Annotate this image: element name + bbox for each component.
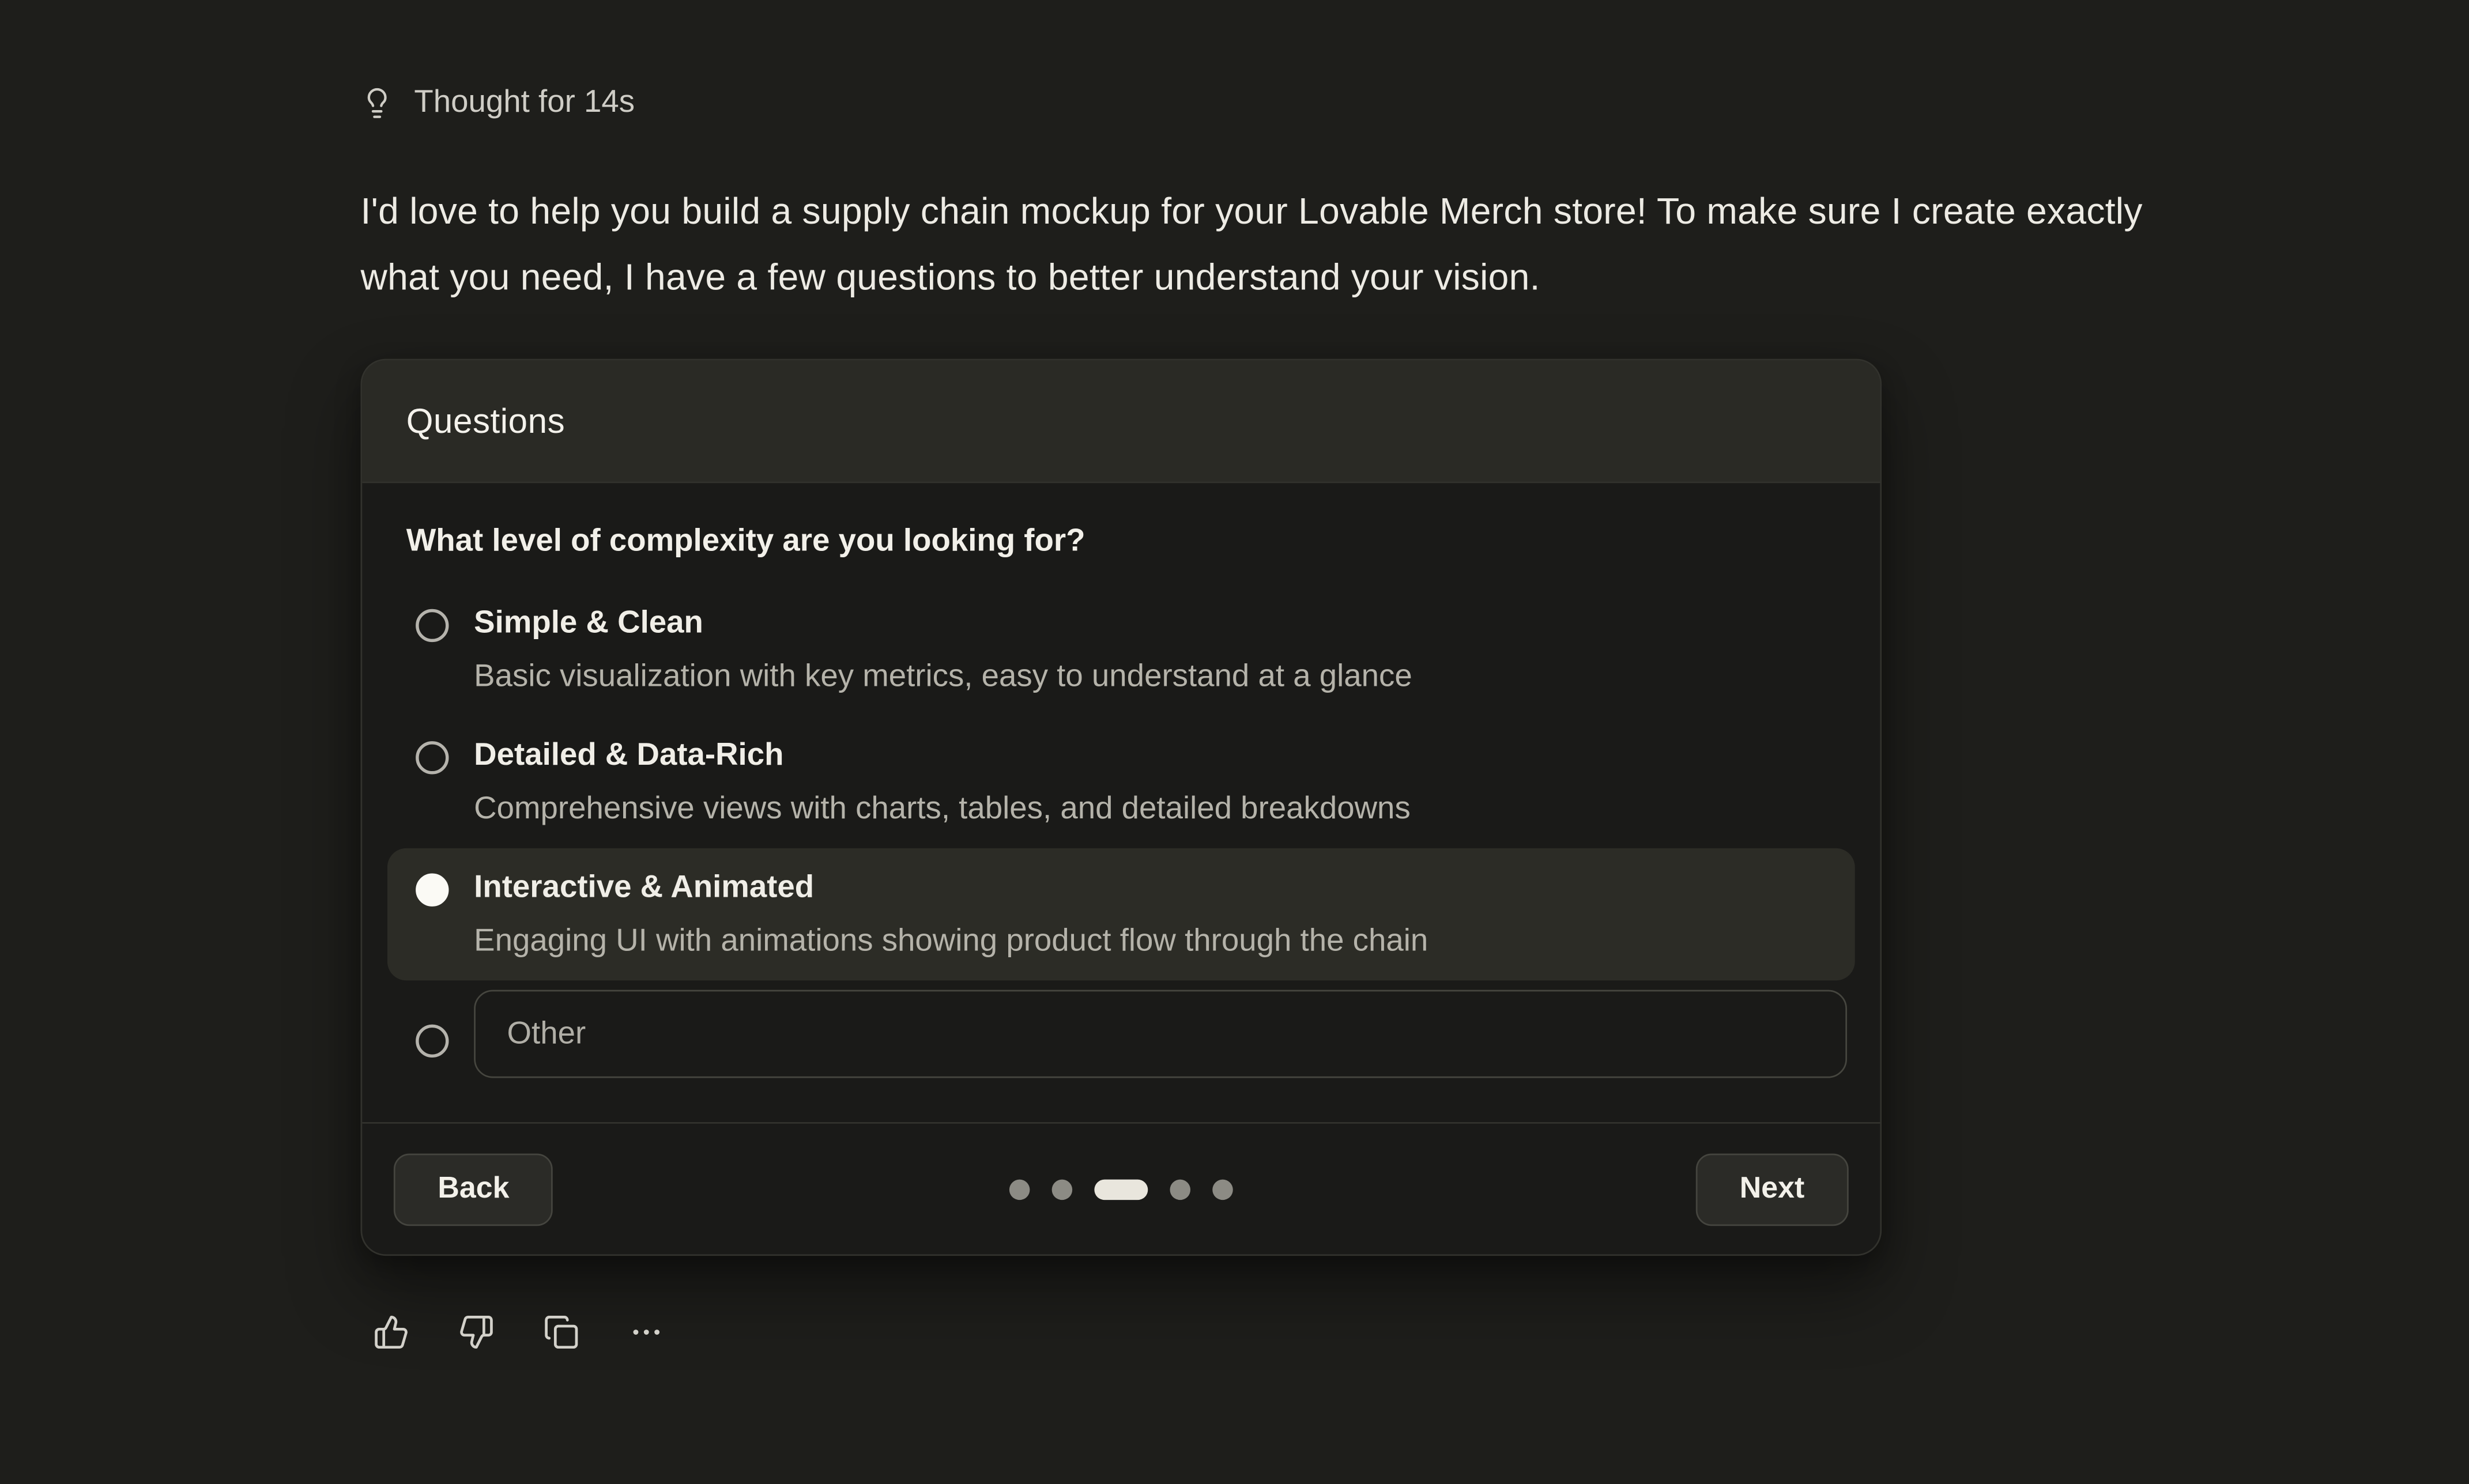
lightbulb-icon	[361, 86, 394, 119]
progress-dot	[1170, 1179, 1191, 1199]
option-text: Detailed & Data-Rich Comprehensive views…	[474, 728, 1411, 836]
back-button[interactable]: Back	[394, 1153, 553, 1225]
assistant-message-text: I'd love to help you build a supply chai…	[361, 178, 2195, 310]
thumbs-down-icon	[458, 1314, 495, 1350]
option-simple-clean[interactable]: Simple & Clean Basic visualization with …	[387, 584, 1855, 716]
option-text: Interactive & Animated Engaging UI with …	[474, 861, 1428, 968]
progress-dot-active	[1094, 1179, 1148, 1199]
thought-toggle[interactable]: Thought for 14s	[361, 0, 635, 121]
next-button[interactable]: Next	[1695, 1153, 1848, 1225]
questions-card-body: What level of complexity are you looking…	[362, 483, 1880, 1122]
thumbs-up-button[interactable]	[373, 1314, 409, 1350]
message-actions	[373, 1314, 2218, 1350]
option-description: Basic visualization with key metrics, ea…	[474, 650, 1412, 704]
questions-card: Questions What level of complexity are y…	[361, 359, 1882, 1256]
option-interactive-animated[interactable]: Interactive & Animated Engaging UI with …	[387, 848, 1855, 980]
option-other[interactable]	[387, 990, 1855, 1078]
progress-dots	[1009, 1179, 1233, 1199]
chat-panel: Thought for 14s I'd love to help you bui…	[0, 0, 2469, 1484]
option-label: Simple & Clean	[474, 596, 1412, 650]
option-description: Comprehensive views with charts, tables,…	[474, 782, 1411, 836]
radio-selected-icon[interactable]	[416, 874, 448, 907]
progress-dot	[1052, 1179, 1073, 1199]
thought-label: Thought for 14s	[414, 85, 635, 121]
option-label: Detailed & Data-Rich	[474, 728, 1411, 782]
thumbs-down-button[interactable]	[458, 1314, 495, 1350]
option-text: Simple & Clean Basic visualization with …	[474, 596, 1412, 704]
option-label: Interactive & Animated	[474, 861, 1428, 915]
progress-dot	[1212, 1179, 1233, 1199]
copy-icon	[543, 1314, 579, 1350]
radio-unselected-icon[interactable]	[416, 609, 448, 642]
radio-unselected-icon[interactable]	[416, 741, 448, 774]
questions-card-header: Questions	[362, 360, 1880, 483]
assistant-message: Thought for 14s I'd love to help you bui…	[361, 0, 2219, 1350]
thumbs-up-icon	[373, 1314, 409, 1350]
question-text: What level of complexity are you looking…	[406, 524, 1836, 560]
progress-dot	[1009, 1179, 1030, 1199]
copy-button[interactable]	[543, 1314, 579, 1350]
card-title: Questions	[406, 401, 565, 441]
card-footer: Back Next	[362, 1122, 1880, 1254]
more-options-button[interactable]	[628, 1314, 665, 1350]
more-options-icon	[628, 1314, 665, 1350]
other-input[interactable]	[474, 990, 1847, 1078]
option-detailed-data-rich[interactable]: Detailed & Data-Rich Comprehensive views…	[387, 716, 1855, 848]
radio-unselected-icon[interactable]	[416, 1024, 448, 1056]
option-description: Engaging UI with animations showing prod…	[474, 915, 1428, 968]
